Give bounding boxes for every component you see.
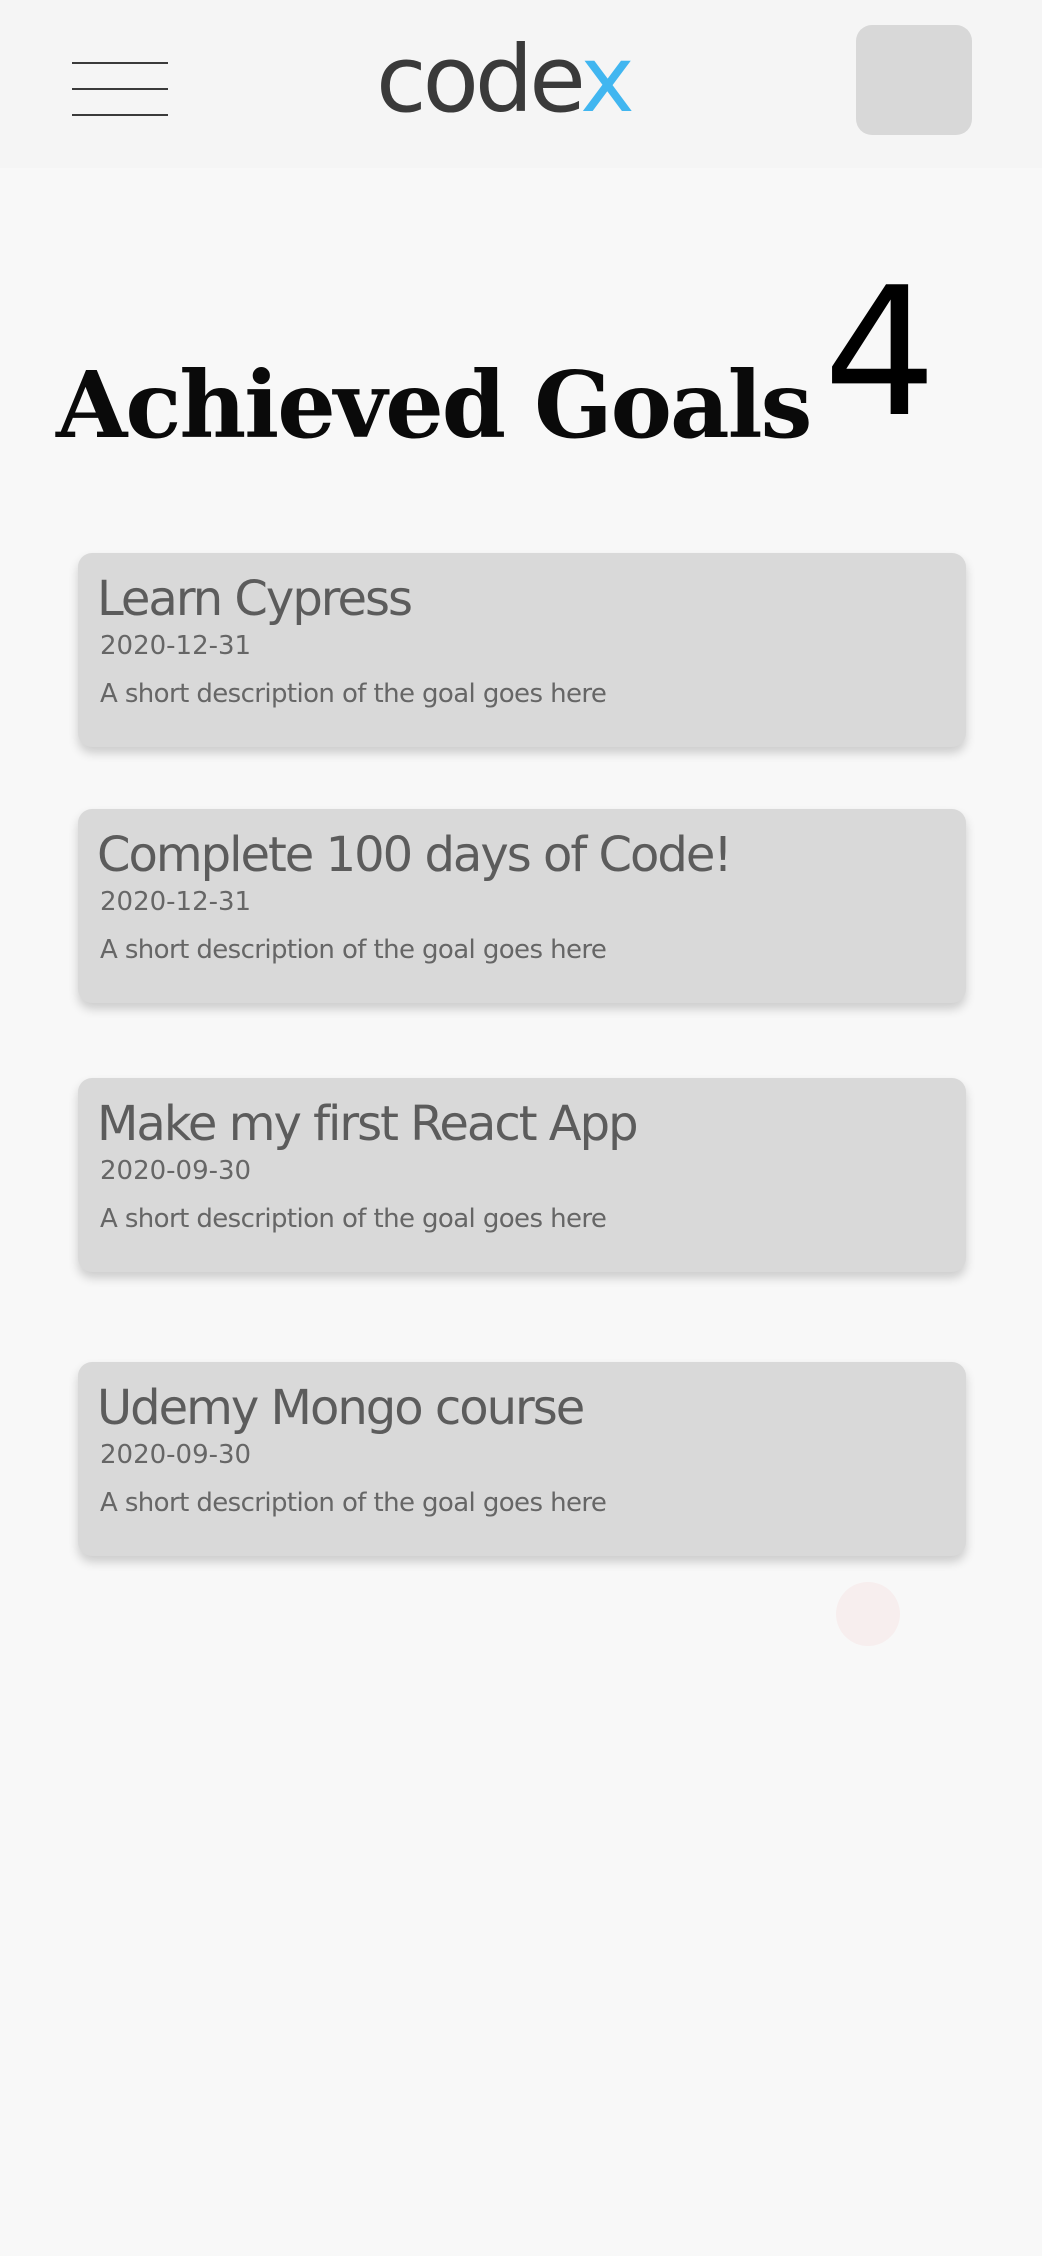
goal-date: 2020-12-31 (100, 631, 252, 661)
goal-title: Complete 100 days of Code! (97, 827, 733, 883)
goal-description: A short description of the goal goes her… (100, 1204, 607, 1234)
goal-card[interactable]: Udemy Mongo course 2020-09-30 A short de… (78, 1362, 966, 1556)
floating-action-button[interactable] (836, 1582, 900, 1646)
goal-title: Make my first React App (97, 1096, 639, 1152)
goal-card[interactable]: Learn Cypress 2020-12-31 A short descrip… (78, 553, 966, 747)
goal-description: A short description of the goal goes her… (100, 935, 607, 965)
goal-card[interactable]: Complete 100 days of Code! 2020-12-31 A … (78, 809, 966, 1003)
goal-list: Learn Cypress 2020-12-31 A short descrip… (0, 0, 1042, 2256)
goal-date: 2020-09-30 (100, 1156, 252, 1186)
goal-description: A short description of the goal goes her… (100, 1488, 607, 1518)
goal-date: 2020-12-31 (100, 887, 252, 917)
goal-date: 2020-09-30 (100, 1440, 252, 1470)
goal-title: Udemy Mongo course (97, 1380, 585, 1436)
goal-description: A short description of the goal goes her… (100, 679, 607, 709)
goal-title: Learn Cypress (97, 571, 413, 627)
goal-card[interactable]: Make my first React App 2020-09-30 A sho… (78, 1078, 966, 1272)
